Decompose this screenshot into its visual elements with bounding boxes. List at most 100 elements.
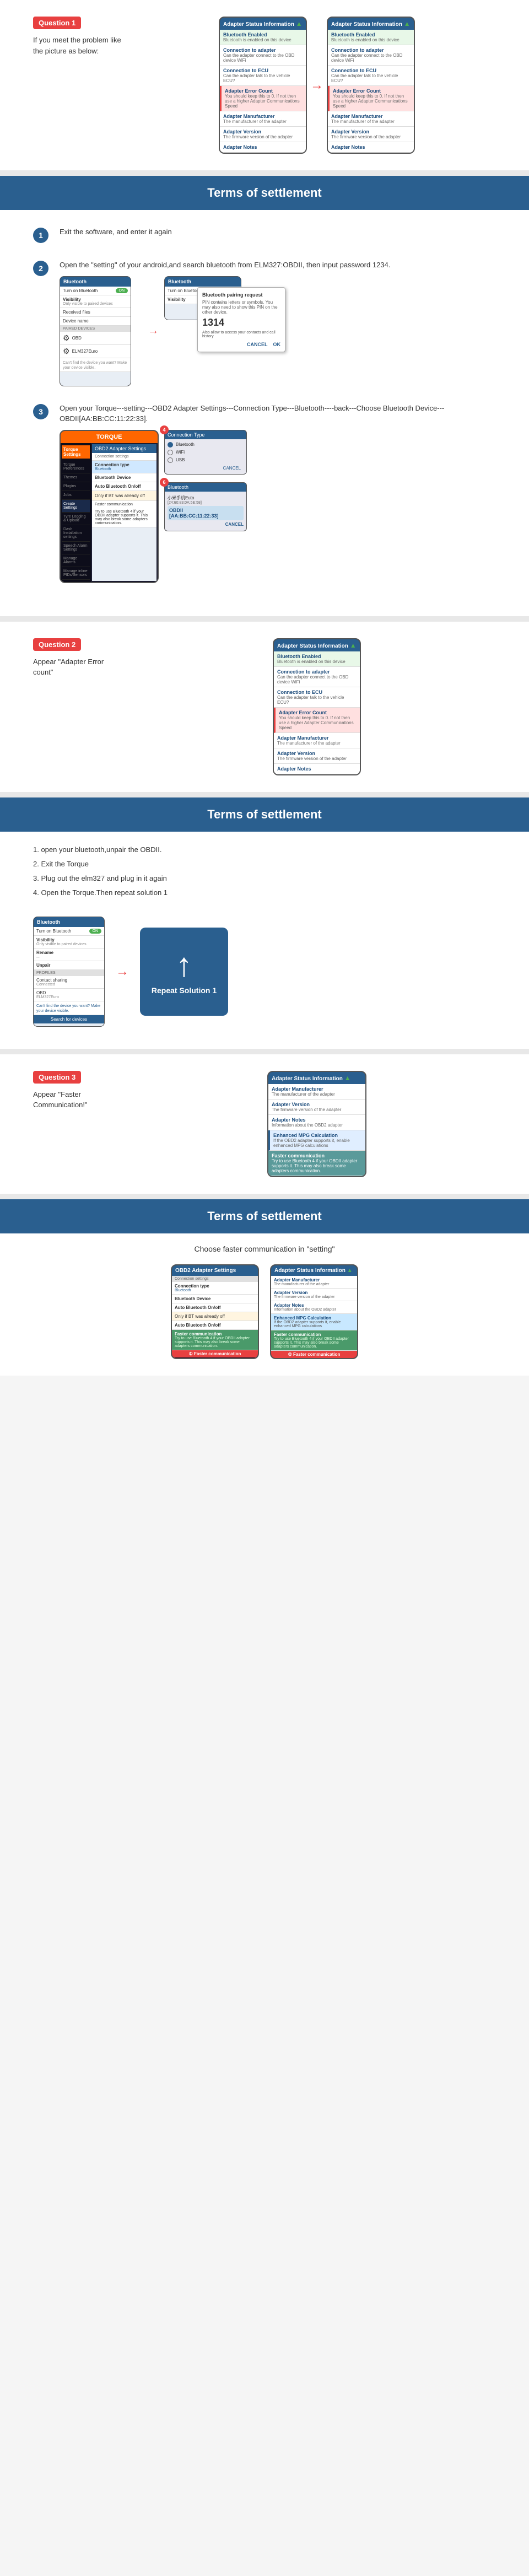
bt-device-elm[interactable]: ⚙ ELM327Euro xyxy=(60,345,131,358)
obd2-settings-panel: OBD2 Adapter Settings Connection setting… xyxy=(92,444,156,581)
q1-phone2: Adapter Status Information ▲ Bluetooth E… xyxy=(327,17,415,154)
conn-type-header: Connection Type xyxy=(165,430,246,439)
repeat-bt-toggle: Turn on Bluetooth ON xyxy=(34,927,104,936)
sol3-auto-bt[interactable]: Auto Bluetooth On/off xyxy=(172,1303,258,1312)
conn-type-cancel[interactable]: CANCEL xyxy=(168,464,244,472)
sol3-conn-type[interactable]: Connection type Bluetooth xyxy=(172,1282,258,1295)
obd2-auto-bt[interactable]: Auto Bluetooth On/off xyxy=(92,482,156,491)
bt-device-obd[interactable]: ⚙ OBD xyxy=(60,332,131,345)
wifi-icon: ▲ xyxy=(296,20,303,28)
status-error-count-desc: You should keep this to 0. If not then u… xyxy=(225,94,303,109)
question2-images: Adapter Status Information ▲ Bluetooth E… xyxy=(138,638,496,775)
step3-number: 3 xyxy=(33,404,48,419)
adapter-status-header2: Adapter Status Information ▲ xyxy=(328,18,414,30)
sidebar-item-preferences[interactable]: Torque Preferences xyxy=(62,461,90,473)
obd2-settings-header: OBD2 Adapter Settings xyxy=(92,444,156,453)
repeat-received: Rename ... xyxy=(34,949,104,961)
sidebar-item-themes[interactable]: Themes xyxy=(62,473,90,482)
option-usb[interactable]: USB xyxy=(168,456,244,464)
q3-phone: Adapter Status Information ▲ Adapter Man… xyxy=(267,1071,366,1177)
bt-toggle[interactable]: ON xyxy=(116,288,128,293)
q3-faster-comm: Faster communication Try to use Bluetoot… xyxy=(268,1151,365,1176)
repeat-solution-box: ↑ Repeat Solution 1 xyxy=(140,928,228,1016)
q1-phone1: Adapter Status Information ▲ Bluetooth E… xyxy=(219,17,307,154)
status-manufacturer2: Adapter Manufacturer The manufacturer of… xyxy=(328,111,414,127)
q2-status-enabled: Bluetooth Enabled Bluetooth is enabled o… xyxy=(274,651,360,667)
wifi-icon2: ▲ xyxy=(404,20,411,28)
question3-images: Adapter Status Information ▲ Adapter Man… xyxy=(138,1071,496,1177)
sidebar-item-dash[interactable]: Dash Installation settings xyxy=(62,525,90,542)
obd2-connection-settings: Connection settings xyxy=(92,453,156,461)
obd2-bt-device[interactable]: Bluetooth Device xyxy=(92,473,156,482)
q2-phone: Adapter Status Information ▲ Bluetooth E… xyxy=(273,638,361,775)
sol3-auto-bt2[interactable]: Auto Bluetooth On/off xyxy=(172,1321,258,1330)
repeat-bt-header: Bluetooth xyxy=(34,917,104,927)
bt-paired-header: PAIRED DEVICES xyxy=(60,326,131,332)
question1-info: Question 1 If you meet the problem like … xyxy=(33,17,121,56)
sol3-faster-comm[interactable]: Faster communication Try to use Bluetoot… xyxy=(172,1330,258,1350)
q3-wifi-icon: ▲ xyxy=(344,1074,351,1082)
pairing-pin: 1314 xyxy=(202,317,280,328)
bt-device-wrapper: 6 Bluetooth 小米手机Euto [24:60:83:0A:5E:58]… xyxy=(164,482,247,531)
status-manufacturer: Adapter Manufacturer The manufacturer of… xyxy=(220,111,306,127)
sol3-badge2: ② Faster communication xyxy=(271,1351,357,1358)
sol3-status-mpg: Enhanced MPG Calculation If the OBD2 ada… xyxy=(271,1314,357,1330)
steps-section: 1 Exit the software, and enter it again … xyxy=(0,210,529,616)
sol3-bt-device[interactable]: Bluetooth Device xyxy=(172,1295,258,1303)
obd2-faster-comm: Faster communication xyxy=(92,501,156,508)
sidebar-item-jobs[interactable]: Jobs xyxy=(62,491,90,500)
sidebar-item-alarms[interactable]: Manage Alarms xyxy=(62,554,90,567)
step1-row: 1 Exit the software, and enter it again xyxy=(33,227,496,243)
torque-body: Torque Settings Torque Preferences Theme… xyxy=(61,443,158,582)
gap5 xyxy=(0,1194,529,1199)
question2-info: Question 2 Appear "Adapter Error count" xyxy=(33,638,121,678)
solution3-phones: OBD2 Adapter Settings Connection setting… xyxy=(33,1264,496,1359)
q2-version: Adapter Version The firmware version of … xyxy=(274,748,360,764)
pairing-cancel-btn[interactable]: CANCEL xyxy=(247,342,268,347)
solution2-item1: 1. open your bluetooth,unpair the OBDII. xyxy=(33,843,496,857)
step1-text: Exit the software, and enter it again xyxy=(60,227,496,238)
option-wifi[interactable]: WiFi xyxy=(168,449,244,456)
conn-type-body: Bluetooth WiFi USB CANCEL xyxy=(165,439,246,474)
step2-images: Bluetooth Turn on Bluetooth ON Visibilit… xyxy=(60,276,496,386)
option-bluetooth[interactable]: Bluetooth xyxy=(168,441,244,449)
status-conn-ecu2: Connection to ECU Can the adapter talk t… xyxy=(328,66,414,86)
sidebar-item-tyre[interactable]: Tyre Logging & Upload xyxy=(62,513,90,525)
sol3-obd-body: Connection settings Connection type Blue… xyxy=(172,1276,258,1350)
sol3-badge1: ① Faster communication xyxy=(172,1350,258,1357)
question2-section: Question 2 Appear "Adapter Error count" … xyxy=(0,622,529,792)
step2-number: 2 xyxy=(33,261,48,276)
question3-info: Question 3 Appear "Faster Communication!… xyxy=(33,1071,121,1111)
obd2-connection-type[interactable]: Connection type Bluetooth xyxy=(92,461,156,473)
sidebar-item-plugins[interactable]: Plugins xyxy=(62,482,90,491)
bt-device-cancel[interactable]: CANCEL xyxy=(168,520,244,529)
conn-type-wrapper: 4 Connection Type Bluetooth WiFi xyxy=(164,430,247,475)
bt-device-name: Device name xyxy=(60,317,131,326)
radio-usb xyxy=(168,457,173,463)
bt-device-item-1[interactable]: 小米手机Euto [24:60:83:0A:5E:58] xyxy=(168,494,244,506)
pairing-dialog-desc: PIN contains letters or symbols. You may… xyxy=(202,300,280,315)
pairing-dialog-buttons: CANCEL OK xyxy=(202,342,280,347)
sidebar-item-pids[interactable]: Manage inline PIDs/Sensors xyxy=(62,567,90,580)
solution2-item4: 4. Open the Torque.Then repeat solution … xyxy=(33,886,496,900)
repeat-solution-label: Repeat Solution 1 xyxy=(152,986,217,995)
q3-status-body: Adapter Manufacturer The manufacturer of… xyxy=(268,1084,365,1176)
status-notes-title: Adapter Notes xyxy=(223,144,303,150)
terms-banner-3: Terms of settlement xyxy=(0,1199,529,1233)
q2-error-count: Adapter Error Count You should keep this… xyxy=(274,708,360,733)
bt-search[interactable]: Search for devices xyxy=(34,1015,104,1023)
question2-badge: Question 2 xyxy=(33,638,81,651)
status-manufacturer-desc: The manufacturer of the adapter xyxy=(223,119,303,124)
step3-content: Open your Torque---setting---OBD2 Adapte… xyxy=(60,403,496,583)
sidebar-item-create-settings[interactable]: Create Settings xyxy=(62,500,90,513)
pairing-ok-btn[interactable]: OK xyxy=(273,342,281,347)
question2-text: Appear "Adapter Error count" xyxy=(33,656,121,678)
bt-device-item-2[interactable]: OBDII [AA:BB:CC:11:22:33] xyxy=(168,506,244,520)
repeat-bt-phone: Bluetooth Turn on Bluetooth ON Visibilit… xyxy=(33,917,105,1027)
q2-conn-ecu: Connection to ECU Can the adapter talk t… xyxy=(274,687,360,708)
sol3-status-header: Adapter Status Information ▲ xyxy=(271,1265,357,1276)
status-conn-ecu-desc: Can the adapter talk to the vehicle ECU? xyxy=(223,73,303,83)
sidebar-item-speech[interactable]: Speech Alarm Settings xyxy=(62,542,90,554)
pairing-dialog-title: Bluetooth pairing request xyxy=(202,292,280,298)
status-conn-adapter-desc: Can the adapter connect to the OBD devic… xyxy=(223,53,303,63)
